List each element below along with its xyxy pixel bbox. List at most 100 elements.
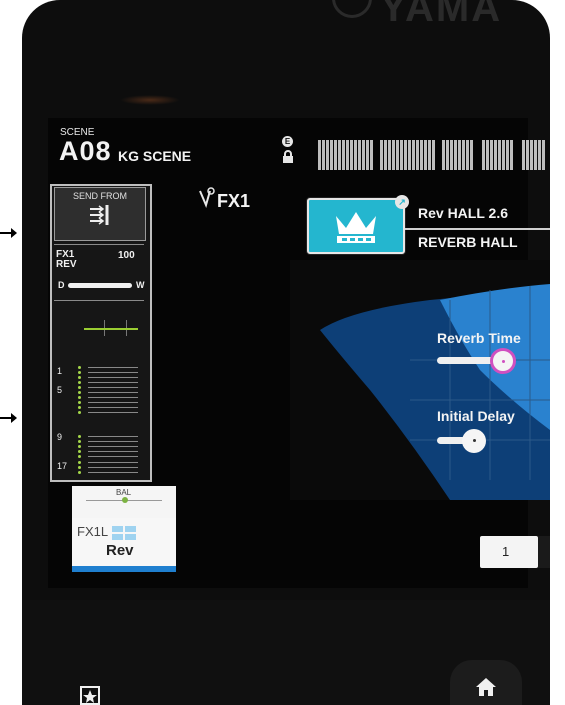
meter-bar (408, 140, 411, 170)
channel-number: 17 (57, 461, 68, 471)
e-status-icon: E (282, 136, 293, 147)
meter-bar (466, 140, 469, 170)
meter-bar (538, 140, 541, 170)
fx-title: FX1 (217, 191, 251, 211)
meter-bar (506, 140, 509, 170)
meter-bar (354, 140, 357, 170)
preset-divider (405, 228, 550, 230)
channel-activity-dot (78, 461, 81, 464)
channel-row (88, 472, 138, 473)
meter-bar (366, 140, 369, 170)
channel-activity-dot (78, 371, 81, 374)
channel-row (88, 402, 138, 403)
pointer-arrow (0, 413, 17, 423)
meter-bar (330, 140, 333, 170)
strip-fx-info: FX1 REV (56, 250, 77, 270)
page-1-button[interactable]: 1 (480, 536, 538, 568)
preset-name: Rev HALL 2.6 (418, 205, 508, 221)
meter-bar (326, 140, 329, 170)
meter-bar (462, 140, 465, 170)
send-from-label: SEND FROM (73, 191, 127, 201)
initial-delay-knob[interactable] (462, 429, 486, 453)
channel-activity-dot (78, 406, 81, 409)
channel-activity-dot (78, 366, 81, 369)
open-arrow-icon[interactable]: ↗ (395, 195, 409, 209)
meter-bar (424, 140, 427, 170)
channel-number: 5 (57, 385, 63, 395)
channel-activity-dot (78, 396, 81, 399)
meter-bar (450, 140, 453, 170)
channel-row (88, 372, 138, 373)
bal-label: BAL (116, 488, 132, 497)
crown-icon (336, 212, 376, 243)
fader-level-line[interactable] (84, 328, 138, 330)
meter-bar (380, 140, 383, 170)
meter-bar (446, 140, 449, 170)
strip-level: 100 (118, 250, 135, 261)
meter-bar (322, 140, 325, 170)
channel-row (88, 462, 138, 463)
meter-bar (318, 140, 321, 170)
meter-bar (404, 140, 407, 170)
channel-activity-dot (78, 471, 81, 474)
channel-row (88, 446, 138, 447)
channel-activity-dot (78, 450, 81, 453)
meter-bar (358, 140, 361, 170)
scene-name[interactable]: KG SCENE (118, 148, 191, 164)
meter-bar (362, 140, 365, 170)
channel-activity-dot (78, 455, 81, 458)
meter-bar (470, 140, 473, 170)
scene-number[interactable]: A08 (59, 136, 112, 167)
preset-type: REVERB HALL (418, 234, 518, 250)
meter-bar (388, 140, 391, 170)
meter-bar (530, 140, 533, 170)
channel-row (88, 441, 138, 442)
channel-row (88, 451, 138, 452)
next-page-button[interactable] (538, 536, 550, 568)
meter-bar (428, 140, 431, 170)
reverb-time-knob[interactable] (490, 348, 516, 374)
channel-activity-dot (78, 376, 81, 379)
ambient-glow (120, 95, 180, 105)
brand-logo: YAMA (380, 0, 503, 30)
status-icons: E (282, 136, 296, 166)
meter-bar (510, 140, 513, 170)
channel-name-bottom: Rev (106, 542, 134, 559)
channel-row (88, 412, 138, 413)
meter-bar (350, 140, 353, 170)
balance-left-label: D (58, 280, 65, 290)
channel-activity-dot (78, 445, 81, 448)
channel-number: 1 (57, 366, 63, 376)
channel-activity-dot (78, 381, 81, 384)
channel-meters (318, 134, 550, 174)
divider (54, 300, 144, 301)
lock-icon[interactable] (282, 150, 296, 166)
meter-bar (490, 140, 493, 170)
balance-panel[interactable]: BAL (72, 486, 176, 518)
page-number: 1 (502, 544, 510, 559)
meter-bar (502, 140, 505, 170)
channel-row (88, 407, 138, 408)
meter-bar (494, 140, 497, 170)
channel-number: 9 (57, 432, 63, 442)
preset-library-button[interactable] (307, 198, 405, 254)
channel-row (88, 382, 138, 383)
scene-memory-icon[interactable] (80, 686, 100, 705)
meter-bar (338, 140, 341, 170)
channel-activity-dot (78, 411, 81, 414)
dry-wet-slider[interactable] (68, 283, 132, 288)
channel-activity-dot (78, 466, 81, 469)
channel-row (88, 397, 138, 398)
reverb-time-label: Reverb Time (437, 330, 521, 346)
meter-bar (400, 140, 403, 170)
channel-name-panel[interactable]: FX1L Rev (72, 518, 176, 570)
channel-activity-dot (78, 440, 81, 443)
balance-right-label: W (136, 280, 145, 290)
channel-activity-dot (78, 391, 81, 394)
send-from-button[interactable]: SEND FROM (54, 187, 146, 241)
initial-delay-label: Initial Delay (437, 408, 515, 424)
send-from-icon (90, 205, 109, 225)
bal-knob[interactable] (122, 497, 128, 503)
reverb-graph (290, 260, 550, 500)
meter-bar (542, 140, 545, 170)
